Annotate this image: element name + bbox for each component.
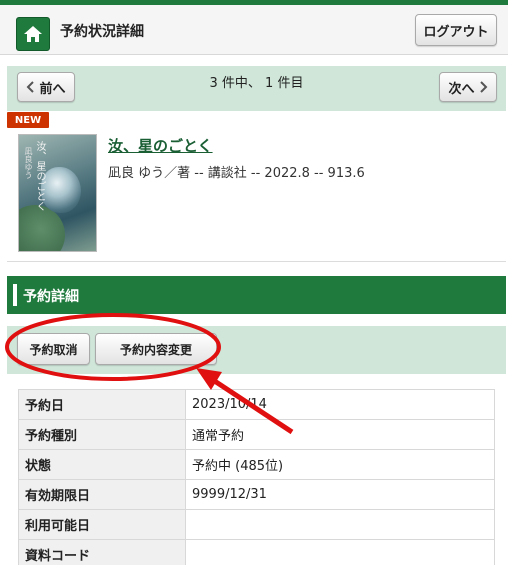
table-row: 予約日 2023/10/14 (18, 389, 495, 420)
table-row: 利用可能日 (18, 509, 495, 540)
home-icon (24, 26, 42, 42)
section-title: 予約詳細 (23, 289, 79, 305)
row-label: 状態 (18, 449, 186, 480)
table-row: 有効期限日 9999/12/31 (18, 479, 495, 510)
row-label: 予約種別 (18, 419, 186, 450)
row-value: 予約中 (485位) (185, 449, 495, 480)
next-button[interactable]: 次へ (439, 72, 497, 102)
row-label: 予約日 (18, 389, 186, 420)
row-value: 9999/12/31 (185, 479, 495, 510)
book-meta: 凪良 ゆう／著 -- 講談社 -- 2022.8 -- 913.6 (108, 166, 365, 181)
next-label: 次へ (448, 81, 475, 97)
divider (7, 261, 506, 262)
cancel-reservation-button[interactable]: 予約取消 (17, 333, 90, 365)
section-header: 予約詳細 (7, 276, 506, 314)
row-label: 資料コード (18, 539, 186, 565)
home-button[interactable] (16, 17, 50, 51)
logout-button[interactable]: ログアウト (415, 14, 497, 46)
table-row: 予約種別 通常予約 (18, 419, 495, 450)
table-row: 資料コード (18, 539, 495, 565)
detail-table: 予約日 2023/10/14 予約種別 通常予約 状態 予約中 (485位) 有… (18, 389, 495, 565)
cover-author: 凪良ゆう (24, 147, 33, 179)
row-value: 2023/10/14 (185, 389, 495, 420)
row-label: 有効期限日 (18, 479, 186, 510)
row-label: 利用可能日 (18, 509, 186, 540)
cover-title: 汝、星のごとく (34, 141, 45, 211)
pager-status: 3 件中、 1 件目 (209, 76, 304, 91)
section-header-marker (13, 284, 17, 306)
row-value (185, 539, 495, 565)
header: 予約状況詳細 ログアウト (0, 5, 508, 55)
change-reservation-button[interactable]: 予約内容変更 (95, 333, 217, 365)
table-row: 状態 予約中 (485位) (18, 449, 495, 480)
cover-art-stone (41, 167, 81, 213)
action-bar: 予約取消 予約内容変更 (7, 326, 506, 374)
row-value: 通常予約 (185, 419, 495, 450)
page-title: 予約状況詳細 (60, 24, 144, 40)
row-value (185, 509, 495, 540)
chevron-right-icon (479, 81, 487, 93)
new-badge: NEW (7, 112, 49, 128)
pager: 前へ 3 件中、 1 件目 次へ (7, 66, 506, 111)
book-title-link[interactable]: 汝、星のごとく (108, 135, 213, 156)
book-cover[interactable]: 汝、星のごとく 凪良ゆう (18, 134, 97, 252)
